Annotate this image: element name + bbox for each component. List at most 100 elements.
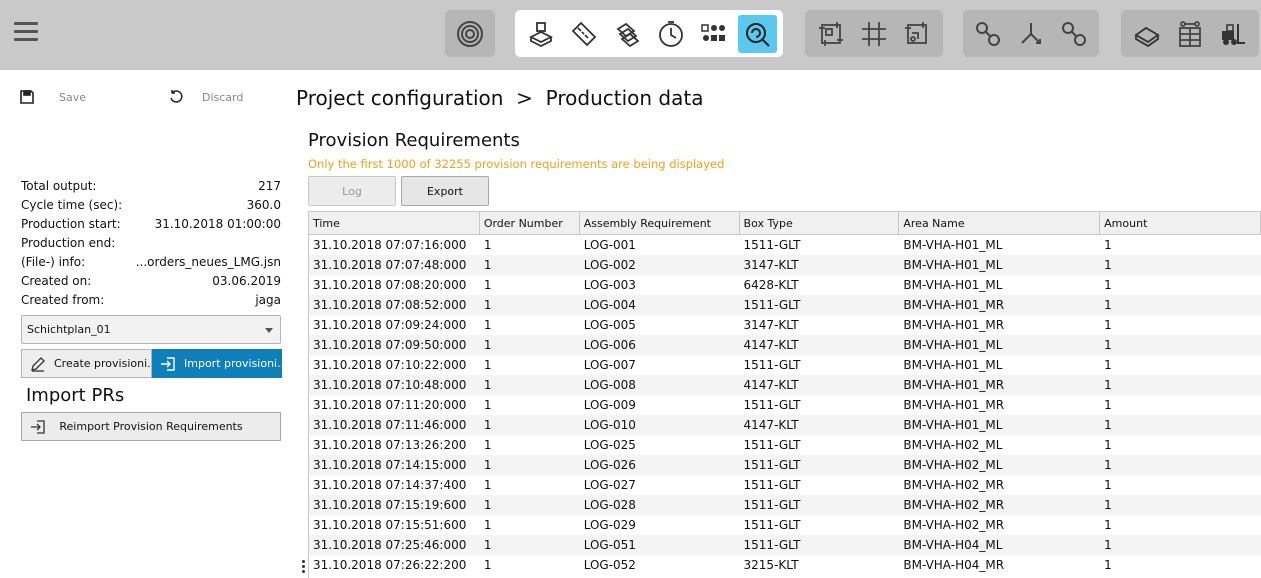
table-row[interactable]: 31.10.2018 07:10:48:000 1 LOG-008 4147-KLT B… bbox=[309, 375, 1261, 395]
save-button[interactable]: Save bbox=[19, 89, 86, 105]
table-cell: BM-VHA-H01_ML bbox=[903, 338, 1003, 352]
table-cell: 1 bbox=[483, 298, 492, 312]
boxes-icon[interactable] bbox=[521, 15, 560, 53]
table-cell: 31.10.2018 07:14:37:400 bbox=[313, 478, 467, 492]
import-icon bbox=[31, 419, 45, 434]
production-info: Total output: 217 Cycle time (sec): 360.0 Pr… bbox=[21, 178, 281, 311]
column-header[interactable]: Time bbox=[309, 212, 480, 234]
table-cell: 31.10.2018 07:15:51:600 bbox=[313, 518, 467, 532]
info-label: Created from: bbox=[21, 293, 105, 307]
table-body: 31.10.2018 07:07:16:000 1 LOG-001 1511-GLT B… bbox=[309, 235, 1261, 575]
column-header[interactable]: Box Type bbox=[740, 212, 900, 234]
table-cell: BM-VHA-H04_MR bbox=[903, 558, 1005, 572]
table-cell: 3147-KLT bbox=[743, 318, 799, 332]
table-row[interactable]: 31.10.2018 07:11:20:000 1 LOG-009 1511-GLT B… bbox=[309, 395, 1261, 415]
table-cell: 1 bbox=[1104, 478, 1112, 492]
table-cell: 31.10.2018 07:11:20:000 bbox=[313, 398, 467, 412]
table-cell: 1511-GLT bbox=[743, 438, 801, 452]
table-row[interactable]: 31.10.2018 07:07:16:000 1 LOG-001 1511-GLT B… bbox=[309, 235, 1261, 255]
table-cell: BM-VHA-H01_MR bbox=[903, 398, 1005, 412]
column-header[interactable]: Assembly Requirement bbox=[580, 212, 740, 234]
clock-icon[interactable] bbox=[651, 15, 690, 53]
toolbar-group-logistics bbox=[1121, 10, 1259, 57]
table-cell: 1 bbox=[483, 478, 492, 492]
table-row[interactable]: 31.10.2018 07:08:20:000 1 LOG-003 6428-KLT B… bbox=[309, 275, 1261, 295]
import-provision-button[interactable]: Import provisioni... bbox=[152, 349, 282, 378]
info-value: 217 bbox=[258, 179, 281, 193]
table-row[interactable]: 31.10.2018 07:13:26:200 1 LOG-025 1511-GLT B… bbox=[309, 435, 1261, 455]
table-row[interactable]: 31.10.2018 07:15:19:600 1 LOG-028 1511-GLT B… bbox=[309, 495, 1261, 515]
shelf-icon[interactable] bbox=[1170, 15, 1209, 53]
toolbar-group-analysis bbox=[445, 10, 495, 57]
toolbar-group-planning bbox=[515, 10, 783, 57]
chain-link-icon[interactable] bbox=[969, 15, 1008, 53]
column-header[interactable]: Order Number bbox=[480, 212, 580, 234]
create-provision-button[interactable]: Create provisioni... bbox=[21, 349, 152, 378]
table-cell: 1 bbox=[1104, 258, 1112, 272]
table-cell: BM-VHA-H02_MR bbox=[903, 478, 1005, 492]
table-cell: LOG-001 bbox=[583, 238, 636, 252]
table-cell: 31.10.2018 07:11:46:000 bbox=[313, 418, 467, 432]
info-row: Cycle time (sec): 360.0 bbox=[21, 197, 281, 216]
menu-icon[interactable] bbox=[14, 22, 38, 44]
table-cell: 1 bbox=[1104, 458, 1112, 472]
table-cell: 1511-GLT bbox=[743, 398, 801, 412]
table-cell: 1 bbox=[1104, 438, 1112, 452]
table-cell: LOG-005 bbox=[583, 318, 636, 332]
search-cycle-icon[interactable] bbox=[737, 14, 777, 53]
table-cell: 1511-GLT bbox=[743, 298, 801, 312]
path-frame-icon[interactable] bbox=[898, 15, 937, 53]
conveyor-icon[interactable] bbox=[1127, 15, 1166, 53]
info-label: (File-) info: bbox=[21, 255, 86, 269]
table-cell: BM-VHA-H01_MR bbox=[903, 298, 1005, 312]
table-row[interactable]: 31.10.2018 07:25:46:000 1 LOG-051 1511-GLT B… bbox=[309, 535, 1261, 555]
column-header[interactable]: Amount bbox=[1100, 212, 1261, 234]
table-cell: 1 bbox=[483, 278, 492, 292]
hash-grid-icon[interactable] bbox=[854, 15, 893, 53]
target-icon[interactable] bbox=[451, 15, 489, 53]
table-cell: LOG-008 bbox=[583, 378, 636, 392]
shift-plan-select[interactable]: Schichtplan_01 bbox=[21, 315, 281, 344]
frame-icon[interactable] bbox=[811, 15, 850, 53]
table-cell: 31.10.2018 07:07:16:000 bbox=[313, 238, 467, 252]
table-cell: 1 bbox=[483, 378, 492, 392]
table-cell: 1 bbox=[483, 538, 492, 552]
import-icon bbox=[161, 356, 175, 371]
reimport-button[interactable]: Reimport Provision Requirements bbox=[21, 412, 281, 441]
table-row[interactable]: 31.10.2018 07:08:52:000 1 LOG-004 1511-GLT B… bbox=[309, 295, 1261, 315]
table-row[interactable]: 31.10.2018 07:26:22:200 1 LOG-052 3215-KLT B… bbox=[309, 555, 1261, 575]
create-provision-label: Create provisioni... bbox=[54, 357, 152, 370]
ruler-icon[interactable] bbox=[564, 15, 603, 53]
table-cell: BM-VHA-H01_ML bbox=[903, 358, 1003, 372]
export-button[interactable]: Export bbox=[401, 176, 489, 206]
table-row[interactable]: 31.10.2018 07:10:22:000 1 LOG-007 1511-GLT B… bbox=[309, 355, 1261, 375]
table-cell: 1511-GLT bbox=[743, 478, 801, 492]
table-row[interactable]: 31.10.2018 07:09:24:000 1 LOG-005 3147-KLT B… bbox=[309, 315, 1261, 335]
table-cell: 1 bbox=[1104, 278, 1112, 292]
table-row[interactable]: 31.10.2018 07:07:48:000 1 LOG-002 3147-KLT B… bbox=[309, 255, 1261, 275]
table-cell: BM-VHA-H02_ML bbox=[903, 438, 1003, 452]
table-cell: LOG-009 bbox=[583, 398, 636, 412]
layers-icon[interactable] bbox=[608, 15, 647, 53]
info-label: Created on: bbox=[21, 274, 92, 288]
table-cell: 31.10.2018 07:09:50:000 bbox=[313, 338, 467, 352]
branch-icon[interactable] bbox=[1012, 15, 1051, 53]
forklift-icon[interactable] bbox=[1214, 15, 1253, 53]
display-limit-warning: Only the first 1000 of 32255 provision r… bbox=[308, 157, 725, 171]
grid-dots-icon[interactable] bbox=[694, 15, 733, 53]
chain-link-2-icon[interactable] bbox=[1054, 15, 1093, 53]
table-cell: 1 bbox=[483, 558, 492, 572]
table-cell: 1 bbox=[483, 458, 492, 472]
table-row[interactable]: 31.10.2018 07:15:51:600 1 LOG-029 1511-GLT B… bbox=[309, 515, 1261, 535]
info-row: Production end: bbox=[21, 235, 281, 254]
table-cell: BM-VHA-H01_MR bbox=[903, 318, 1005, 332]
table-row[interactable]: 31.10.2018 07:11:46:000 1 LOG-010 4147-KLT B… bbox=[309, 415, 1261, 435]
table-row[interactable]: 31.10.2018 07:14:37:400 1 LOG-027 1511-GLT B… bbox=[309, 475, 1261, 495]
column-header[interactable]: Area Name bbox=[899, 212, 1101, 234]
discard-button[interactable]: Discard bbox=[168, 89, 243, 105]
table-row[interactable]: 31.10.2018 07:14:15:000 1 LOG-026 1511-GLT B… bbox=[309, 455, 1261, 475]
log-button[interactable]: Log bbox=[308, 176, 396, 206]
table-row[interactable]: 31.10.2018 07:09:50:000 1 LOG-006 4147-KLT B… bbox=[309, 335, 1261, 355]
shift-plan-value: Schichtplan_01 bbox=[27, 323, 111, 336]
panel-splitter-handle[interactable] bbox=[302, 560, 305, 578]
